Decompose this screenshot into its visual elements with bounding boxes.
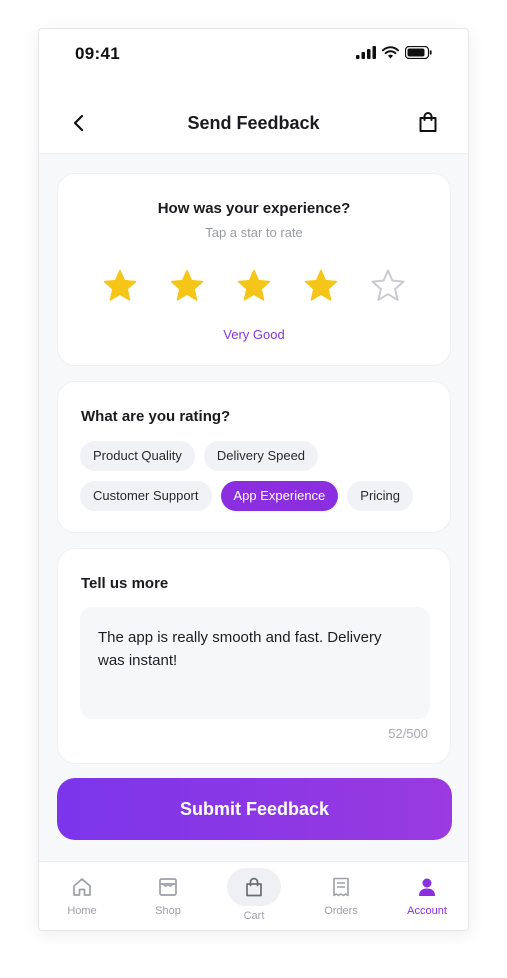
nav-item-account[interactable]: Account bbox=[387, 862, 467, 930]
chip-row: Product Quality Delivery Speed bbox=[80, 441, 319, 471]
status-bar: 09:41 bbox=[39, 29, 468, 81]
home-icon bbox=[73, 878, 91, 896]
character-counter: 52/500 bbox=[388, 726, 428, 741]
star-filled-icon[interactable] bbox=[169, 268, 205, 304]
rating-label: Very Good bbox=[223, 327, 285, 342]
feedback-card: Tell us more The app is really smooth an… bbox=[57, 548, 451, 764]
submit-feedback-button[interactable]: Submit Feedback bbox=[57, 778, 452, 840]
rating-card: How was your experience? Tap a star to r… bbox=[57, 173, 451, 366]
status-icons bbox=[356, 46, 432, 59]
shopping-bag-icon[interactable] bbox=[416, 110, 440, 134]
status-time: 09:41 bbox=[75, 44, 120, 63]
chip-app-experience[interactable]: App Experience bbox=[220, 481, 339, 511]
nav-item-shop[interactable]: Shop bbox=[128, 862, 208, 930]
feedback-textarea[interactable]: The app is really smooth and fast. Deliv… bbox=[80, 607, 430, 719]
nav-item-cart[interactable]: Cart bbox=[214, 862, 294, 930]
star-filled-icon[interactable] bbox=[236, 268, 272, 304]
nav-item-orders[interactable]: Orders bbox=[301, 862, 381, 930]
nav-label-shop: Shop bbox=[155, 905, 181, 917]
store-icon bbox=[159, 878, 177, 896]
wifi-icon bbox=[382, 46, 399, 59]
chip-pricing[interactable]: Pricing bbox=[347, 481, 414, 511]
phone-frame: 09:41 Send Feedback How was your experie… bbox=[38, 28, 469, 931]
chip-product-quality[interactable]: Product Quality bbox=[80, 441, 195, 471]
chip-delivery-speed[interactable]: Delivery Speed bbox=[203, 441, 319, 471]
signal-icon bbox=[356, 46, 376, 59]
topics-card: What are you rating? Product Quality Del… bbox=[57, 381, 451, 533]
star-rating bbox=[102, 268, 406, 304]
page-title: Send Feedback bbox=[187, 113, 320, 133]
feedback-title: Tell us more bbox=[81, 575, 169, 592]
nav-label-orders: Orders bbox=[324, 905, 358, 917]
rating-question: How was your experience? bbox=[157, 200, 351, 217]
star-filled-icon[interactable] bbox=[102, 268, 138, 304]
chip-customer-support[interactable]: Customer Support bbox=[80, 481, 212, 511]
bottom-nav: Home Shop Cart Orders Account bbox=[39, 861, 468, 930]
nav-label-account: Account bbox=[407, 905, 447, 917]
nav-label-cart: Cart bbox=[243, 910, 265, 922]
battery-icon bbox=[405, 46, 432, 59]
chip-row: Customer Support App Experience Pricing bbox=[80, 481, 414, 511]
rating-hint: Tap a star to rate bbox=[205, 225, 303, 240]
star-empty-icon[interactable] bbox=[370, 268, 406, 304]
nav-item-home[interactable]: Home bbox=[42, 862, 122, 930]
app-header: Send Feedback bbox=[39, 81, 468, 154]
topics-title: What are you rating? bbox=[81, 408, 231, 425]
star-filled-icon[interactable] bbox=[303, 268, 339, 304]
nav-label-home: Home bbox=[67, 905, 97, 917]
receipt-icon bbox=[333, 877, 349, 897]
shopping-bag-icon bbox=[246, 877, 262, 897]
user-icon bbox=[419, 878, 435, 896]
